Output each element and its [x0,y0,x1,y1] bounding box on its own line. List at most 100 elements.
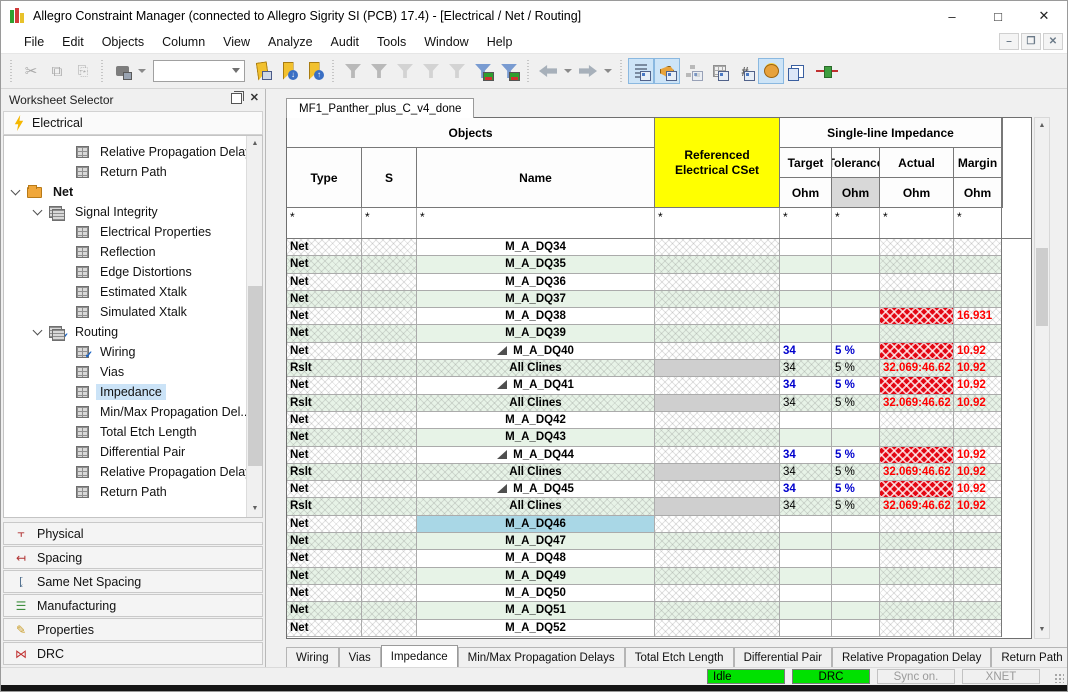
cell-name[interactable]: M_A_DQ50 [417,585,655,602]
cell-referenced-cset[interactable] [655,620,780,637]
cell-target[interactable] [780,429,832,446]
header-objects[interactable]: Objects [287,118,655,148]
header-single-line-impedance[interactable]: Single-line Impedance [780,118,1002,148]
filter-cell[interactable]: * [832,208,880,238]
cut-button[interactable]: ✂ [18,58,44,84]
resize-grip[interactable] [1054,673,1064,683]
navigate-back-button[interactable] [535,58,561,84]
tree-item-differential-pair[interactable]: Differential Pair [4,442,245,462]
cell-referenced-cset[interactable] [655,395,780,412]
bottom-tab-total-etch-length[interactable]: Total Etch Length [625,647,734,667]
cell-referenced-cset[interactable] [655,239,780,256]
expander-chevron-icon[interactable] [11,186,21,196]
cell-name[interactable]: M_A_DQ38 [417,308,655,325]
cell-name[interactable]: M_A_DQ44 [417,447,655,464]
cell-referenced-cset[interactable] [655,602,780,619]
cell-target[interactable]: 34 [780,343,832,360]
cell-target[interactable] [780,291,832,308]
bottom-tab-differential-pair[interactable]: Differential Pair [734,647,832,667]
forward-history-caret[interactable] [604,69,612,73]
cell-target[interactable] [780,516,832,533]
header-name[interactable]: Name [417,148,655,208]
bottom-tab-relative-propagation-delay[interactable]: Relative Propagation Delay [832,647,991,667]
status-idle[interactable]: Idle [707,669,785,684]
status-drc[interactable]: DRC [792,669,870,684]
find-dropdown-caret[interactable] [138,69,146,73]
cell-target[interactable] [780,256,832,273]
status-xnet[interactable]: XNET [962,669,1040,684]
cell-name[interactable]: M_A_DQ52 [417,620,655,637]
cell-referenced-cset[interactable] [655,464,780,481]
bottom-tab-wiring[interactable]: Wiring [286,647,339,667]
scroll-down-icon[interactable]: ▼ [1035,622,1049,638]
cell-referenced-cset[interactable] [655,274,780,291]
filter-cell[interactable]: * [880,208,954,238]
filter-branch-button[interactable] [418,58,444,84]
header-margin[interactable]: Margin [954,148,1002,178]
cell-tolerance[interactable] [832,325,880,342]
expand-triangle-icon[interactable] [497,346,507,355]
cell-target[interactable]: 34 [780,481,832,498]
expand-triangle-icon[interactable] [497,380,507,389]
cell-tolerance[interactable] [832,568,880,585]
tree-item-vias[interactable]: Vias [4,362,245,382]
tree-item-return-path[interactable]: Return Path [4,162,245,182]
section-physical[interactable]: ⫟Physical [3,522,263,545]
cell-target[interactable] [780,308,832,325]
menu-view[interactable]: View [214,33,259,51]
header-type[interactable]: Type [287,148,362,208]
filter-cell[interactable]: * [780,208,832,238]
cell-referenced-cset[interactable] [655,550,780,567]
cell-tolerance[interactable]: 5 % [832,447,880,464]
cell-tolerance[interactable] [832,412,880,429]
mdi-minimize-button[interactable]: – [999,33,1019,50]
cell-referenced-cset[interactable] [655,377,780,394]
cell-name[interactable]: All Clines [417,464,655,481]
bottom-tab-return-path[interactable]: Return Path [991,647,1068,667]
table-scrollbar[interactable]: ▲ ▼ [1034,117,1050,639]
show-all-objects-button[interactable] [470,58,496,84]
filter-clear-button[interactable] [366,58,392,84]
cell-name[interactable]: M_A_DQ42 [417,412,655,429]
tree-item-relative-propagation-delay[interactable]: Relative Propagation Delay [4,142,245,162]
tree-item-simulated-xtalk[interactable]: Simulated Xtalk [4,302,245,322]
cell-referenced-cset[interactable] [655,429,780,446]
minimize-button[interactable]: – [929,1,975,31]
cell-referenced-cset[interactable] [655,585,780,602]
cell-tolerance[interactable] [832,533,880,550]
cell-target[interactable] [780,239,832,256]
cell-name[interactable]: All Clines [417,498,655,515]
cell-referenced-cset[interactable] [655,533,780,550]
cell-tolerance[interactable] [832,516,880,533]
cell-name[interactable]: M_A_DQ35 [417,256,655,273]
cell-target[interactable]: 34 [780,377,832,394]
cell-target[interactable] [780,412,832,429]
apply-worksheet-button[interactable] [249,58,275,84]
cell-tolerance[interactable] [832,602,880,619]
cell-target[interactable] [780,550,832,567]
filter-cell[interactable]: * [287,208,362,238]
cell-tolerance[interactable] [832,620,880,637]
cell-referenced-cset[interactable] [655,360,780,377]
cell-tolerance[interactable] [832,429,880,446]
filter-cell[interactable]: * [655,208,780,238]
expander-chevron-icon[interactable] [33,206,43,216]
filter-settings-button[interactable] [444,58,470,84]
cell-target[interactable] [780,602,832,619]
cell-name[interactable]: M_A_DQ46 [417,516,655,533]
tree-item-total-etch-length[interactable]: Total Etch Length [4,422,245,442]
tree-item-signal-integrity[interactable]: Signal Integrity [4,202,245,222]
cell-name[interactable]: M_A_DQ43 [417,429,655,446]
filter-cell[interactable]: * [417,208,655,238]
cell-name[interactable]: M_A_DQ45 [417,481,655,498]
section-manufacturing[interactable]: ☰Manufacturing [3,594,263,617]
bottom-tab-vias[interactable]: Vias [339,647,381,667]
show-count-button[interactable]: # [732,58,758,84]
cell-name[interactable]: M_A_DQ48 [417,550,655,567]
status-sync-on-[interactable]: Sync on. [877,669,955,684]
worksheet-search-combobox[interactable] [153,60,245,82]
header-s[interactable]: S [362,148,417,208]
cell-referenced-cset[interactable] [655,481,780,498]
undock-panel-icon[interactable] [231,93,242,104]
menu-help[interactable]: Help [478,33,522,51]
